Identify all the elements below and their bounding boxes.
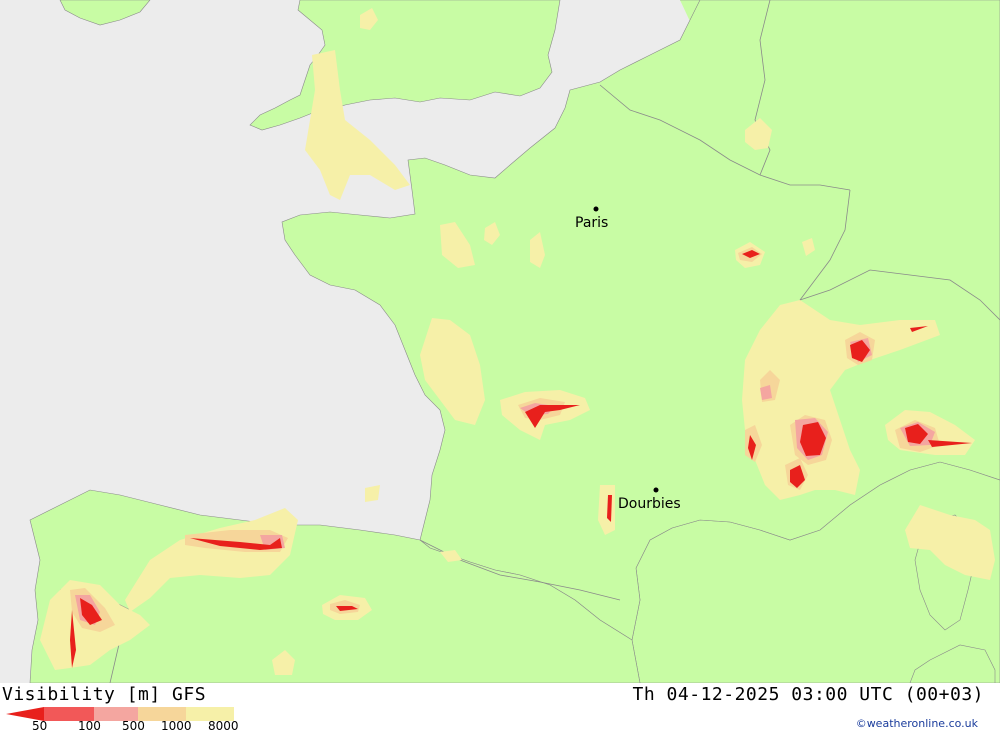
legend-label-1000: 1000: [161, 719, 192, 733]
city-label-paris: Paris: [575, 215, 608, 231]
legend-label-8000: 8000: [208, 719, 239, 733]
legend-label-500: 500: [122, 719, 145, 733]
legend-label-100: 100: [78, 719, 101, 733]
legend-label-50: 50: [32, 719, 48, 733]
map-title: Visibility [m] GFS: [2, 684, 207, 705]
legend-colorbar: [6, 706, 234, 721]
visibility-map: Paris Dourbies: [0, 0, 1000, 683]
legend-labels: 50 100 500 1000 8000: [0, 719, 260, 733]
city-label-dourbies: Dourbies: [618, 496, 681, 512]
map-timestamp: Th 04-12-2025 03:00 UTC (00+03): [632, 684, 984, 705]
credit-link[interactable]: ©weatheronline.co.uk: [856, 717, 978, 730]
